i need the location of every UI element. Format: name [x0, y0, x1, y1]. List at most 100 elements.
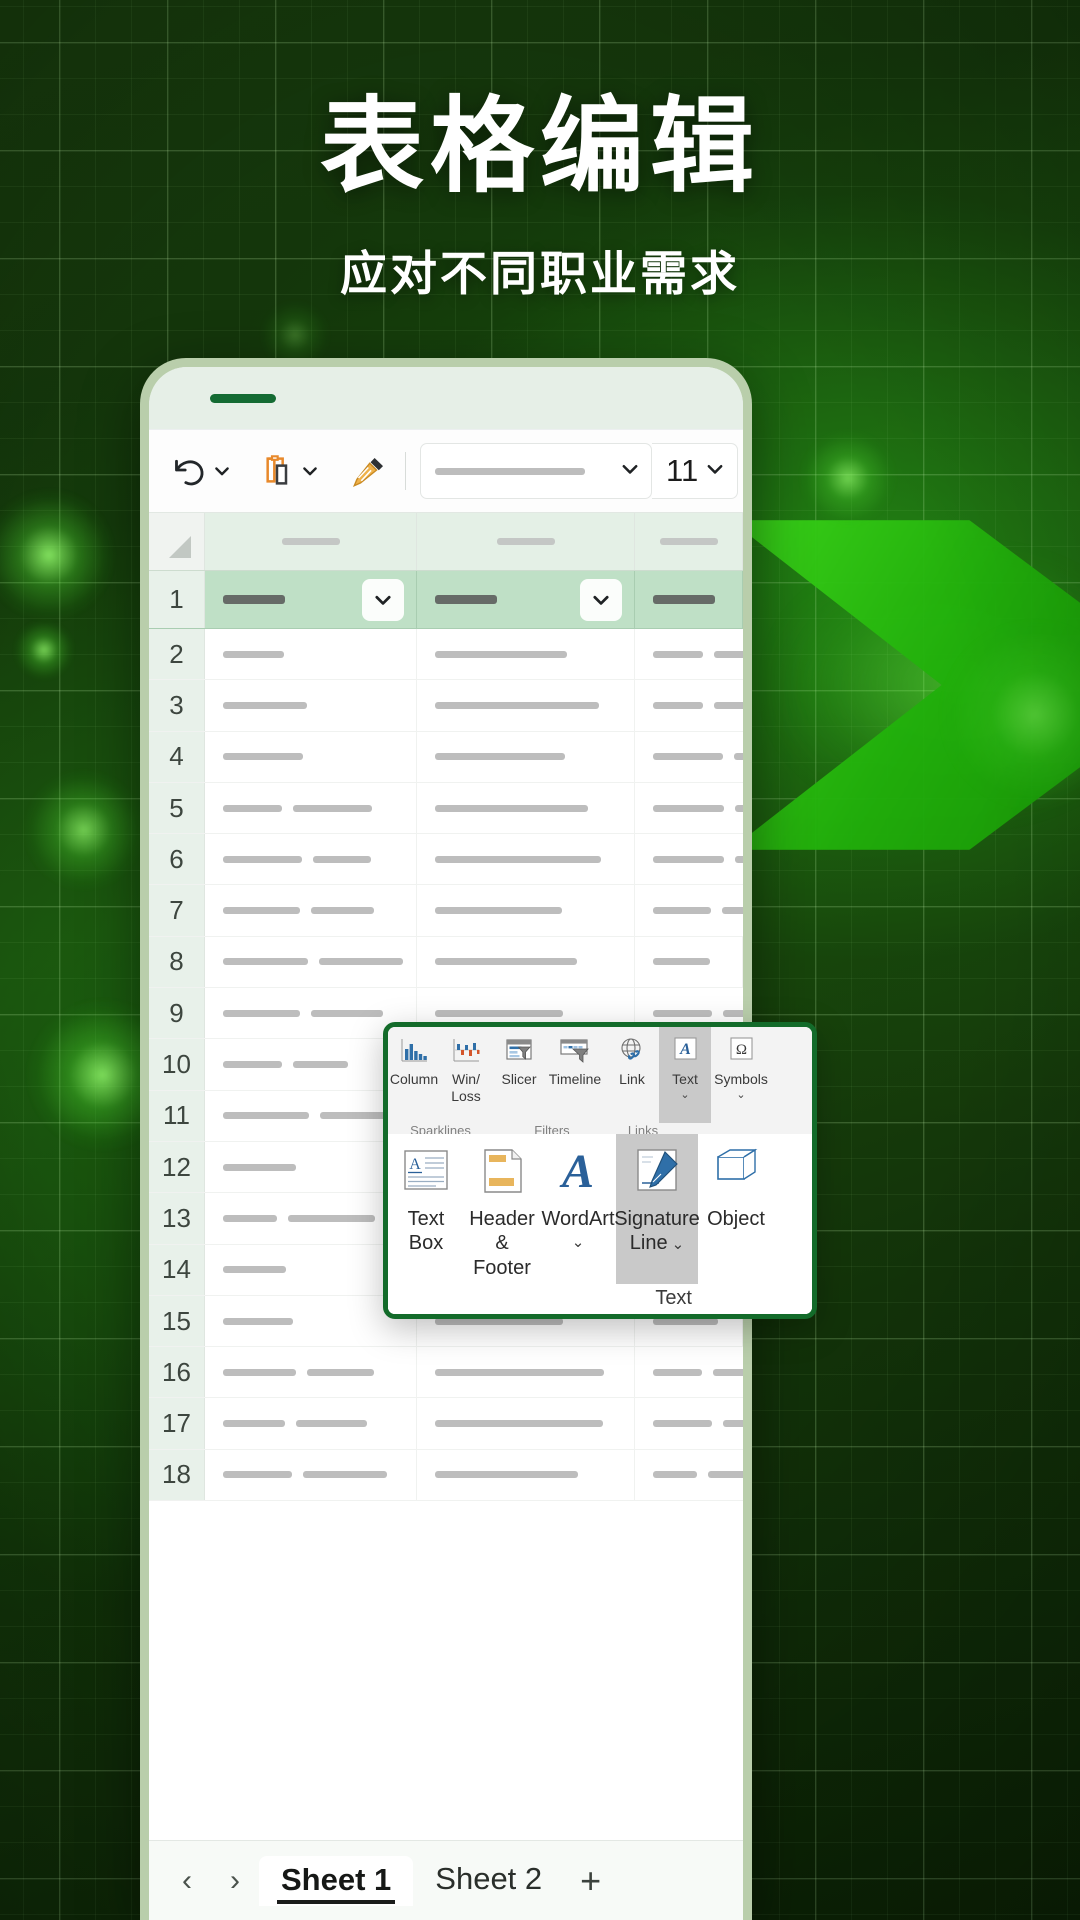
table-row[interactable]: 2	[149, 629, 743, 681]
paste-chevron-down-icon[interactable]	[299, 443, 321, 499]
ribbon-button-symbols[interactable]: Ω Symbols ⌄	[711, 1027, 771, 1101]
table-cell[interactable]	[205, 834, 417, 885]
table-cell[interactable]	[635, 732, 743, 782]
drag-handle-icon[interactable]	[210, 393, 276, 403]
format-painter-brush-icon[interactable]	[347, 443, 391, 499]
table-row[interactable]: 16	[149, 1347, 743, 1399]
table-row[interactable]: 18	[149, 1449, 743, 1502]
table-cell[interactable]	[417, 629, 635, 680]
ribbon-button-timeline[interactable]: Timeline	[545, 1027, 605, 1088]
row-number[interactable]: 7	[149, 885, 205, 936]
sheet-tab-2[interactable]: Sheet 2	[413, 1855, 564, 1907]
symbols-chevron-down-icon[interactable]: ⌄	[736, 1089, 745, 1101]
ribbon-button-text[interactable]: A Text ⌄	[659, 1027, 711, 1123]
table-cell[interactable]	[205, 885, 417, 936]
table-row[interactable]: 7	[149, 885, 743, 937]
table-row[interactable]: 8	[149, 936, 743, 989]
undo-control[interactable]	[167, 430, 233, 512]
prev-sheet-button[interactable]: ‹	[163, 1853, 211, 1909]
table-cell[interactable]	[417, 1347, 635, 1398]
row-number[interactable]: 17	[149, 1398, 205, 1449]
row-number[interactable]: 8	[149, 936, 205, 988]
signature-chevron-down-icon[interactable]: ⌄	[672, 1236, 685, 1253]
table-cell[interactable]	[417, 936, 635, 988]
table-row[interactable]: 4	[149, 731, 743, 783]
table-cell[interactable]	[417, 731, 635, 782]
table-cell[interactable]	[635, 885, 743, 935]
row-number[interactable]: 14	[149, 1244, 205, 1295]
insert-ribbon-popup[interactable]: Column Win/Loss Slicer Timeline Link A T…	[383, 1022, 817, 1320]
font-size-chevron-down-icon[interactable]	[704, 458, 726, 485]
header-cell[interactable]	[205, 571, 417, 628]
table-cell[interactable]	[635, 680, 743, 730]
next-sheet-button[interactable]: ›	[211, 1853, 259, 1909]
table-cell[interactable]	[205, 731, 417, 782]
table-cell[interactable]	[635, 1398, 743, 1448]
table-cell[interactable]	[417, 680, 635, 731]
table-cell[interactable]	[205, 1347, 417, 1398]
table-row[interactable]: 3	[149, 680, 743, 732]
table-cell[interactable]	[417, 1449, 635, 1501]
row-number[interactable]: 4	[149, 731, 205, 782]
font-name-chevron-down-icon[interactable]	[619, 458, 641, 485]
table-cell[interactable]	[205, 1398, 417, 1449]
select-all-triangle-icon[interactable]	[149, 513, 205, 570]
row-number[interactable]: 5	[149, 782, 205, 834]
undo-chevron-down-icon[interactable]	[211, 443, 233, 499]
table-cell[interactable]	[635, 936, 743, 988]
table-cell[interactable]	[205, 629, 417, 680]
table-cell[interactable]	[205, 1449, 417, 1501]
table-cell[interactable]	[205, 936, 417, 988]
filter-dropdown-icon[interactable]	[362, 579, 404, 621]
ribbon-button-slicer[interactable]: Slicer	[493, 1027, 545, 1088]
row-number[interactable]: 1	[149, 571, 205, 628]
row-number[interactable]: 12	[149, 1141, 205, 1193]
column-header-cell[interactable]	[417, 513, 635, 570]
column-header-cell[interactable]	[205, 513, 417, 570]
row-number[interactable]: 9	[149, 988, 205, 1039]
header-cell[interactable]	[417, 571, 635, 628]
format-painter-control[interactable]	[347, 430, 391, 512]
row-number[interactable]: 3	[149, 680, 205, 731]
dropdown-button-text-box[interactable]: A Text Box	[388, 1134, 464, 1284]
text-chevron-down-icon[interactable]: ⌄	[680, 1089, 689, 1101]
table-row[interactable]: 17	[149, 1398, 743, 1450]
filter-dropdown-icon[interactable]	[580, 579, 622, 621]
add-sheet-button[interactable]: +	[564, 1862, 617, 1899]
wordart-chevron-down-icon[interactable]: ⌄	[572, 1235, 585, 1250]
dropdown-button-object[interactable]: Object	[698, 1134, 774, 1284]
table-header-row[interactable]: 1	[149, 571, 743, 629]
undo-icon[interactable]	[167, 443, 211, 499]
table-cell[interactable]	[417, 834, 635, 885]
dropdown-button-header-footer[interactable]: Header & Footer	[464, 1134, 540, 1284]
row-number[interactable]: 6	[149, 834, 205, 885]
ribbon-button-link[interactable]: Link	[606, 1027, 658, 1088]
column-header-cell[interactable]	[635, 513, 743, 570]
header-cell[interactable]	[635, 571, 743, 628]
table-cell[interactable]	[205, 782, 417, 834]
table-cell[interactable]	[635, 1450, 743, 1500]
paste-control[interactable]	[255, 430, 321, 512]
row-number[interactable]: 16	[149, 1347, 205, 1398]
row-number[interactable]: 18	[149, 1449, 205, 1501]
row-number[interactable]: 15	[149, 1295, 205, 1347]
row-number[interactable]: 11	[149, 1090, 205, 1141]
table-cell[interactable]	[635, 834, 743, 884]
table-cell[interactable]	[635, 1347, 743, 1397]
dropdown-button-signature-line[interactable]: Signature Line ⌄	[614, 1134, 700, 1285]
table-cell[interactable]	[635, 629, 743, 679]
sheet-tab-1[interactable]: Sheet 1	[259, 1855, 414, 1906]
table-cell[interactable]	[417, 782, 635, 834]
dropdown-button-wordart[interactable]: A WordArt ⌄	[540, 1134, 616, 1284]
ribbon-button-column[interactable]: Column	[388, 1027, 440, 1088]
table-cell[interactable]	[635, 783, 743, 833]
row-number[interactable]: 13	[149, 1193, 205, 1244]
paste-clipboard-icon[interactable]	[255, 443, 299, 499]
ribbon-button-winloss[interactable]: Win/Loss	[440, 1027, 492, 1104]
table-row[interactable]: 5	[149, 782, 743, 835]
table-row[interactable]: 6	[149, 834, 743, 886]
text-dropdown-panel[interactable]: A Text Box Header & Footer A WordArt ⌄ S…	[388, 1134, 812, 1315]
table-cell[interactable]	[417, 1398, 635, 1449]
row-number[interactable]: 10	[149, 1039, 205, 1090]
row-number[interactable]: 2	[149, 629, 205, 680]
